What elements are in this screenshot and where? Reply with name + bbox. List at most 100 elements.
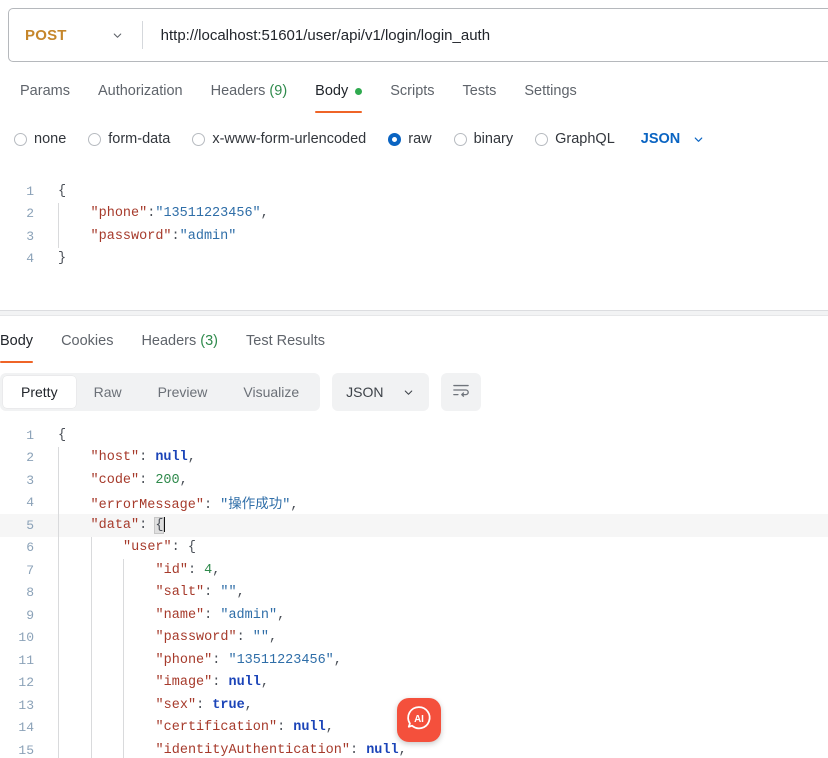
- code-text: "phone": "13511223456",: [46, 649, 828, 672]
- code-text: "phone":"13511223456",: [46, 202, 828, 225]
- token-punct: :: [277, 720, 294, 736]
- view-label: Preview: [157, 384, 208, 400]
- ai-assistant-button[interactable]: AI: [397, 698, 441, 742]
- line-number: 9: [26, 607, 34, 623]
- tab-tests[interactable]: Tests: [449, 72, 511, 110]
- line-number: 7: [26, 562, 34, 578]
- token-punct: ,: [325, 720, 334, 736]
- body-type-x-www-form-urlencoded[interactable]: x-www-form-urlencoded: [192, 131, 366, 147]
- response-view-pretty[interactable]: Pretty: [3, 376, 76, 408]
- token-punct: :: [196, 697, 213, 713]
- token-key: "certification": [155, 720, 278, 736]
- response-format-label: JSON: [346, 384, 384, 400]
- body-type-none[interactable]: none: [14, 131, 66, 147]
- line-number: 1: [26, 427, 34, 443]
- response-format-dropdown[interactable]: JSON: [332, 373, 429, 411]
- token-punct: :: [187, 562, 205, 578]
- response-body-line[interactable]: 7 "id": 4,: [0, 559, 828, 582]
- response-body-line[interactable]: 4 "errorMessage": "操作成功",: [0, 491, 828, 514]
- request-url-bar: POST http://localhost:51601/user/api/v1/…: [8, 8, 828, 62]
- line-number: 4: [26, 495, 34, 511]
- response-body-line[interactable]: 12 "image": null,: [0, 671, 828, 694]
- request-body-line[interactable]: 1{: [0, 180, 828, 203]
- tab-headers[interactable]: Headers (9): [197, 72, 302, 110]
- response-tab-cookies[interactable]: Cookies: [47, 322, 127, 360]
- token-key: "salt": [155, 585, 205, 601]
- code-text: "identityAuthentication": null,: [46, 739, 828, 758]
- response-view-raw[interactable]: Raw: [76, 376, 140, 408]
- code-text: "id": 4,: [46, 559, 828, 582]
- response-body-line[interactable]: 5 "data": {: [0, 514, 828, 537]
- token-punct: :: [139, 472, 156, 488]
- tab-label: Test Results: [246, 333, 325, 349]
- token-punct: :: [139, 518, 156, 534]
- token-str: "": [220, 585, 237, 601]
- request-body-line[interactable]: 2 "phone":"13511223456",: [0, 202, 828, 225]
- http-method-selector[interactable]: POST: [9, 9, 138, 61]
- token-key: "sex": [155, 697, 197, 713]
- token-punct: ,: [236, 585, 245, 601]
- word-wrap-button[interactable]: [440, 373, 481, 411]
- response-body-line[interactable]: 11 "phone": "13511223456",: [0, 649, 828, 672]
- response-tab-test-results[interactable]: Test Results: [232, 322, 339, 360]
- line-number: 13: [18, 697, 34, 713]
- response-tab-body[interactable]: Body: [0, 322, 47, 363]
- response-body-line[interactable]: 2 "host": null,: [0, 446, 828, 469]
- token-lit: null: [293, 720, 326, 736]
- radio-icon: [453, 132, 467, 146]
- response-body-line[interactable]: 8 "salt": "",: [0, 581, 828, 604]
- tab-scripts[interactable]: Scripts: [376, 72, 448, 110]
- code-text: "data": {: [46, 514, 828, 537]
- token-key: "phone": [155, 652, 213, 668]
- line-number: 3: [26, 228, 34, 244]
- request-body-line[interactable]: 4}: [0, 248, 828, 271]
- token-punct: ,: [268, 630, 278, 646]
- token-str: "13511223456": [228, 652, 334, 668]
- token-key: "name": [155, 607, 205, 623]
- radio-label: binary: [473, 131, 514, 147]
- radio-icon: [14, 132, 27, 146]
- token-punct: ,: [244, 697, 253, 713]
- response-body-line[interactable]: 10 "password": "",: [0, 626, 828, 649]
- radio-label: GraphQL: [555, 131, 615, 147]
- token-key: "errorMessage": [90, 498, 204, 514]
- url-input[interactable]: http://localhost:51601/user/api/v1/login…: [143, 9, 828, 61]
- code-text: "password":"admin": [46, 225, 828, 248]
- body-type-graphql[interactable]: GraphQL: [535, 131, 615, 147]
- code-text: "code": 200,: [46, 469, 828, 492]
- token-key: "code": [90, 472, 140, 488]
- view-label: Pretty: [21, 384, 58, 400]
- body-type-form-data[interactable]: form-data: [88, 131, 170, 147]
- line-number: 8: [26, 585, 34, 601]
- code-text: "name": "admin",: [46, 604, 828, 627]
- tab-settings[interactable]: Settings: [510, 72, 590, 110]
- body-type-binary[interactable]: binary: [453, 131, 514, 147]
- token-brace: {: [187, 540, 196, 556]
- response-body-line[interactable]: 3 "code": 200,: [0, 469, 828, 492]
- request-body-line[interactable]: 3 "password":"admin": [0, 225, 828, 248]
- response-view-preview[interactable]: Preview: [140, 376, 226, 408]
- chevron-down-icon: [402, 386, 415, 399]
- request-body-format-dropdown[interactable]: JSON: [641, 131, 706, 147]
- tab-body[interactable]: Body: [301, 72, 376, 113]
- response-view-visualize[interactable]: Visualize: [225, 376, 317, 408]
- tab-label: Cookies: [61, 333, 114, 349]
- radio-label: form-data: [108, 131, 171, 147]
- request-body-editor[interactable]: 1{2 "phone":"13511223456", 3 "password":"ad…: [0, 180, 828, 304]
- tab-authorization[interactable]: Authorization: [84, 72, 197, 110]
- code-text: "errorMessage": "操作成功",: [46, 491, 828, 514]
- token-punct: :: [203, 498, 221, 514]
- ai-assistant-icon: AI: [404, 703, 434, 738]
- response-body-line[interactable]: 6 "user": {: [0, 536, 828, 559]
- tab-params[interactable]: Params: [6, 72, 84, 110]
- tab-label: Body: [0, 333, 34, 349]
- token-key: "phone": [90, 206, 148, 222]
- token-key: "user": [123, 540, 172, 556]
- line-number: 3: [26, 472, 34, 488]
- body-type-raw[interactable]: raw: [388, 131, 432, 147]
- response-body-line[interactable]: 9 "name": "admin",: [0, 604, 828, 627]
- response-tab-headers[interactable]: Headers (3): [127, 322, 232, 360]
- response-body-line[interactable]: 1{: [0, 424, 828, 447]
- token-str: "": [252, 630, 269, 646]
- token-punct: :: [212, 675, 229, 691]
